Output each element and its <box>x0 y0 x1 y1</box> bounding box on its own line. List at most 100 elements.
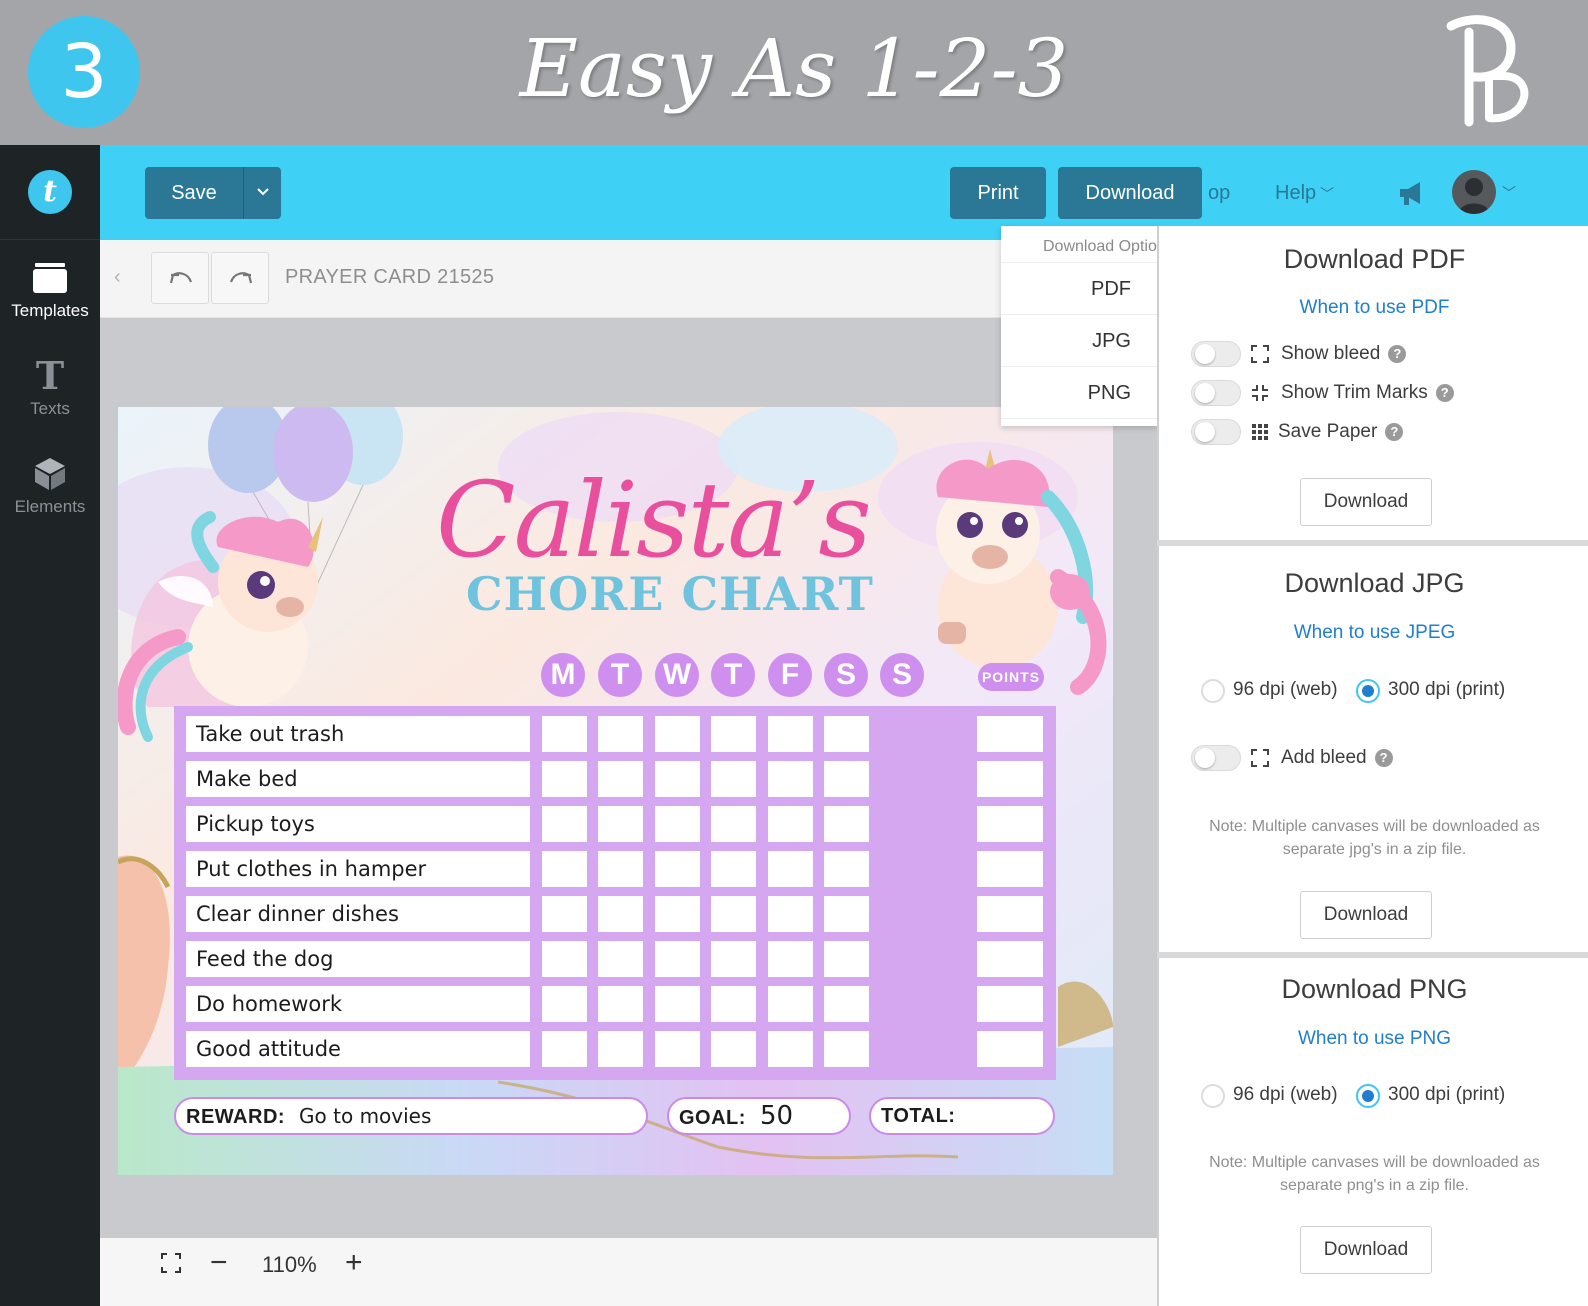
reward-field: REWARD: Go to movies <box>174 1097 648 1135</box>
help-icon[interactable]: ? <box>1374 749 1393 767</box>
zoom-out-button[interactable]: − <box>210 1246 228 1280</box>
radio-label: 96 dpi (web) <box>1233 1084 1338 1105</box>
download-button[interactable]: Download <box>1058 167 1202 219</box>
points-cell <box>977 761 1043 797</box>
day-header: T <box>711 653 755 697</box>
document-title[interactable]: PRAYER CARD 21525 <box>285 266 494 289</box>
bleed-icon <box>1251 749 1269 767</box>
check-cell <box>485 986 530 1022</box>
radio-button[interactable] <box>1201 1084 1225 1108</box>
sidebar-item-templates[interactable]: Templates <box>0 257 100 337</box>
add-bleed-toggle[interactable] <box>1191 745 1241 771</box>
megaphone-icon[interactable] <box>1396 178 1426 208</box>
radio-label: 300 dpi (print) <box>1388 679 1506 700</box>
print-button[interactable]: Print <box>950 167 1046 219</box>
help-icon[interactable]: ? <box>1388 345 1407 363</box>
text-icon: T <box>36 355 64 395</box>
sidebar-item-elements[interactable]: Elements <box>0 453 100 533</box>
save-paper-toggle[interactable] <box>1191 419 1241 445</box>
check-cell <box>485 941 530 977</box>
undo-button[interactable] <box>151 252 209 304</box>
save-options-button[interactable] <box>243 167 281 219</box>
svg-text:T: T <box>36 355 64 395</box>
help-menu[interactable]: Help ﹀ <box>1275 182 1334 205</box>
radio-label: 300 dpi (print) <box>1388 1084 1506 1105</box>
day-header: M <box>541 653 585 697</box>
panel-title: Download JPG <box>1284 568 1465 598</box>
check-cell <box>598 806 643 842</box>
grid-icon <box>1252 424 1268 440</box>
check-cell <box>768 761 813 797</box>
truncated-menu-label[interactable]: op <box>1208 182 1230 205</box>
zoom-in-button[interactable]: + <box>345 1246 363 1280</box>
sidebar-item-label: Texts <box>30 399 70 418</box>
check-cell <box>485 851 530 887</box>
check-cell <box>711 761 756 797</box>
check-cell <box>655 806 700 842</box>
reward-value: Go to movies <box>299 1104 432 1128</box>
goal-label: GOAL: <box>679 1107 746 1129</box>
download-jpg-button[interactable]: Download <box>1300 891 1432 939</box>
show-trim-marks-toggle[interactable] <box>1191 380 1241 406</box>
brand-logo[interactable]: t <box>28 170 72 214</box>
design-canvas[interactable]: Calista’s CHORE CHART M T W T F S S POIN… <box>118 407 1113 1175</box>
points-cell <box>977 851 1043 887</box>
check-cell <box>824 851 869 887</box>
chevron-down-icon[interactable]: ﹀ <box>1502 183 1516 203</box>
day-header: W <box>655 653 699 697</box>
total-field: TOTAL: <box>869 1097 1055 1135</box>
chore-label: Do homework <box>186 986 490 1022</box>
help-icon[interactable]: ? <box>1435 384 1454 402</box>
check-cell <box>485 716 530 752</box>
check-cell <box>655 851 700 887</box>
points-cell <box>977 986 1043 1022</box>
check-cell <box>542 806 587 842</box>
check-cell <box>655 716 700 752</box>
menu-item-pdf[interactable]: PDF <box>1001 263 1157 315</box>
chart-title: Calista’s <box>436 459 872 581</box>
download-png-button[interactable]: Download <box>1300 1226 1432 1274</box>
avatar[interactable] <box>1452 170 1496 214</box>
check-cell <box>542 851 587 887</box>
check-cell <box>711 986 756 1022</box>
back-arrow-icon[interactable]: ‹ <box>114 266 121 289</box>
help-icon[interactable]: ? <box>1385 423 1404 441</box>
templates-icon <box>33 263 67 293</box>
radio-button[interactable] <box>1201 679 1225 703</box>
show-bleed-toggle[interactable] <box>1191 341 1241 367</box>
points-cell <box>977 1031 1043 1067</box>
banner-title: Easy As 1-2-3 <box>519 22 1069 115</box>
chevron-down-icon: ﹀ <box>1320 186 1335 202</box>
when-to-use-jpeg-link[interactable]: When to use JPEG <box>1159 622 1588 644</box>
sidebar-item-texts[interactable]: T Texts <box>0 355 100 435</box>
download-pdf-button[interactable]: Download <box>1300 478 1432 526</box>
check-cell <box>542 761 587 797</box>
save-button[interactable]: Save <box>145 167 243 219</box>
bleed-icon <box>1251 345 1269 363</box>
check-cell <box>542 1031 587 1067</box>
check-cell <box>598 851 643 887</box>
menu-item-png[interactable]: PNG <box>1001 367 1157 419</box>
check-cell <box>768 1031 813 1067</box>
row-label: Add bleed <box>1281 747 1367 768</box>
chore-label: Take out trash <box>186 716 490 752</box>
help-label: Help <box>1275 182 1317 204</box>
redo-button[interactable] <box>211 252 269 304</box>
check-cell <box>711 896 756 932</box>
check-cell <box>485 896 530 932</box>
menu-item-jpg[interactable]: JPG <box>1001 315 1157 367</box>
radio-label: 96 dpi (web) <box>1233 679 1338 700</box>
check-cell <box>655 896 700 932</box>
radio-button-selected[interactable] <box>1356 1084 1380 1108</box>
check-cell <box>485 761 530 797</box>
chore-grid: Take out trash Make bed Pickup toys Put … <box>174 706 1056 1080</box>
fit-screen-icon[interactable] <box>160 1252 182 1274</box>
radio-button-selected[interactable] <box>1356 679 1380 703</box>
check-cell <box>711 851 756 887</box>
check-cell <box>655 761 700 797</box>
chevron-down-icon <box>256 188 269 196</box>
check-cell <box>485 806 530 842</box>
check-cell <box>598 1031 643 1067</box>
when-to-use-png-link[interactable]: When to use PNG <box>1159 1028 1588 1050</box>
when-to-use-pdf-link[interactable]: When to use PDF <box>1159 297 1588 319</box>
